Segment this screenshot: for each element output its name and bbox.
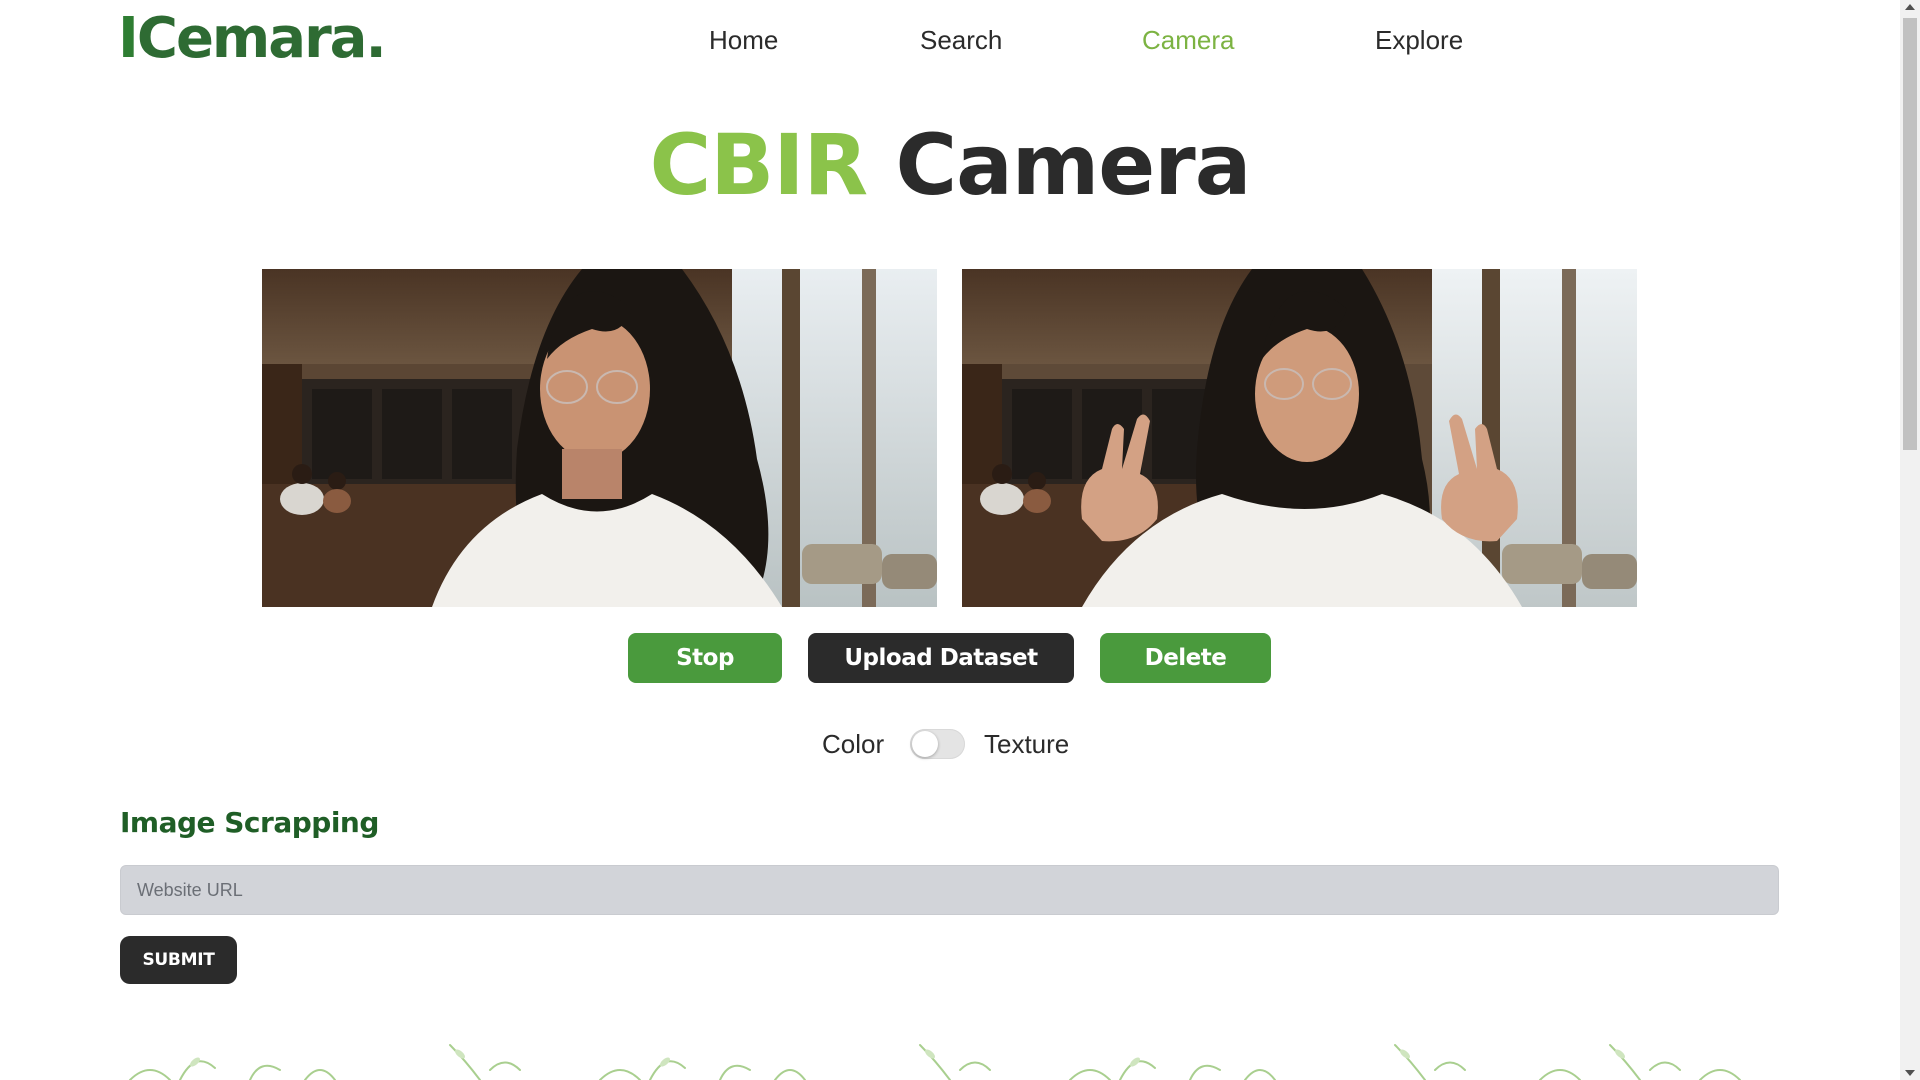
delete-button[interactable]: Delete: [1100, 633, 1271, 683]
toggle-label-color: Color: [822, 729, 885, 759]
site-header: ICemara. Home Search Camera Explore: [0, 0, 1900, 90]
leaf-decoration: [120, 1040, 1780, 1080]
toggle-label-texture: Texture: [984, 729, 1070, 759]
nav-explore[interactable]: Explore: [1375, 20, 1463, 60]
upload-dataset-button[interactable]: Upload Dataset: [808, 633, 1074, 683]
page-title-accent: CBIR: [649, 116, 869, 214]
leaf-pattern: [129, 1044, 1741, 1080]
nav-home[interactable]: Home: [709, 20, 778, 60]
captured-image: [962, 269, 1637, 607]
switch-knob: [912, 731, 938, 757]
page-title: CBIR Camera: [0, 110, 1900, 220]
feature-toggle-row: Color Texture: [0, 722, 1900, 766]
scroll-down-arrow-icon[interactable]: [1905, 1070, 1915, 1076]
website-url-input[interactable]: [120, 865, 1779, 915]
scroll-up-arrow-icon[interactable]: [1905, 4, 1915, 10]
image-scrapping-heading: Image Scrapping: [120, 806, 379, 839]
page-scrollbar[interactable]: [1900, 0, 1920, 1080]
color-texture-switch[interactable]: [910, 729, 965, 759]
page-title-main: Camera: [895, 116, 1251, 214]
scrollbar-thumb[interactable]: [1903, 18, 1917, 450]
captured-camera-frame: [962, 269, 1637, 607]
submit-button[interactable]: SUBMIT: [120, 936, 237, 984]
nav-camera[interactable]: Camera: [1142, 20, 1234, 60]
nav-search[interactable]: Search: [920, 20, 1002, 60]
stop-button[interactable]: Stop: [628, 633, 782, 683]
main-nav: Home Search Camera Explore: [0, 20, 1900, 60]
live-feed-image: [262, 269, 937, 607]
live-camera-feed: [262, 269, 937, 607]
